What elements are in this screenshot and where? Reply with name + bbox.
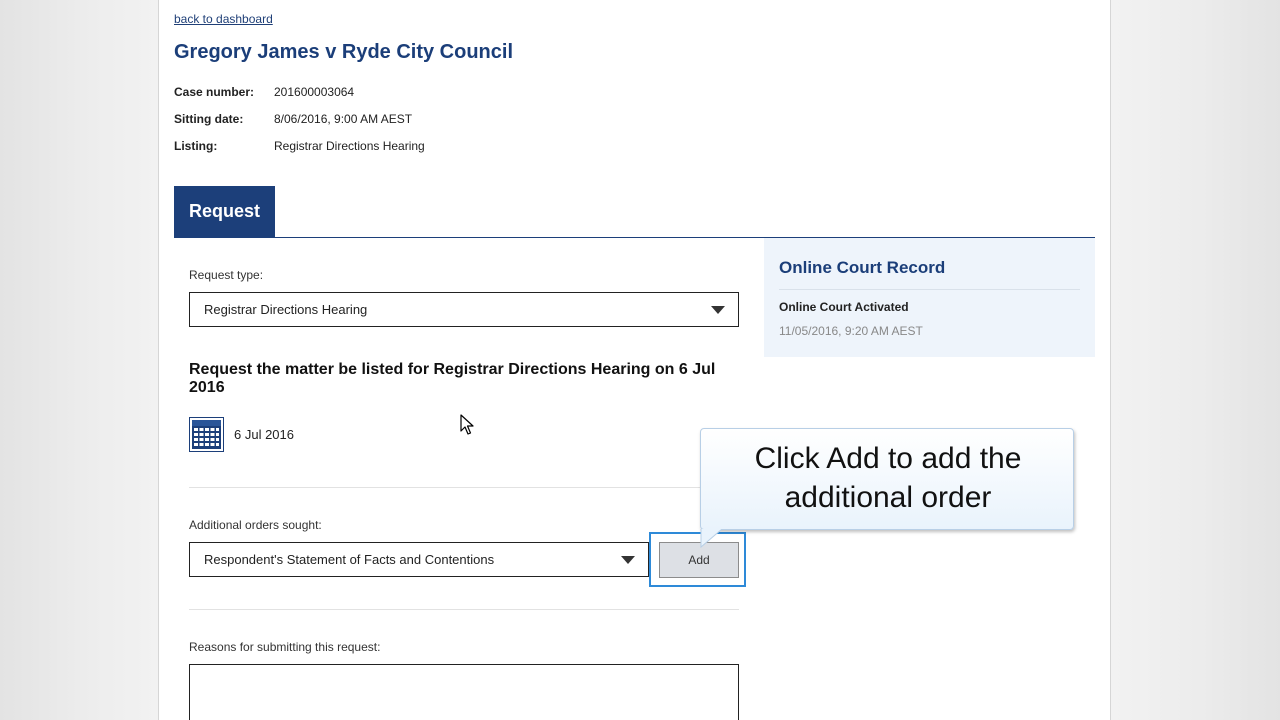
request-type-selected: Registrar Directions Hearing [204,302,368,317]
additional-orders-select[interactable]: Respondent's Statement of Facts and Cont… [189,542,649,577]
chevron-down-icon [711,306,725,314]
back-to-dashboard-link[interactable]: back to dashboard [174,12,273,26]
main-page: back to dashboard Gregory James v Ryde C… [158,0,1111,720]
listing-value: Registrar Directions Hearing [274,139,425,153]
online-court-record-panel: Online Court Record Online Court Activat… [764,238,1095,357]
online-court-status: Online Court Activated [779,300,909,314]
callout-text: Click Add to add the additional order [701,439,1075,517]
calendar-icon[interactable] [189,417,224,452]
case-number-label: Case number: [174,85,255,99]
page-title: Gregory James v Ryde City Council [174,41,514,63]
callout-pointer [700,529,723,549]
request-heading: Request the matter be listed for Registr… [189,361,716,396]
chevron-down-icon [621,556,635,564]
case-number-value: 201600003064 [274,85,355,99]
sitting-date-label: Sitting date: [174,112,244,126]
section-divider [189,609,739,610]
request-type-label: Request type: [189,268,264,282]
additional-orders-label: Additional orders sought: [189,518,322,532]
tutorial-callout: Click Add to add the additional order [700,428,1074,530]
listing-label: Listing: [174,139,218,153]
reasons-label: Reasons for submitting this request: [189,640,381,654]
tab-request[interactable]: Request [174,186,275,237]
online-court-timestamp: 11/05/2016, 9:20 AM AEST [779,324,923,338]
callout-line-2: additional order [784,481,992,514]
panel-divider [779,289,1080,290]
online-court-record-title: Online Court Record [779,258,946,277]
request-type-select[interactable]: Registrar Directions Hearing [189,292,739,327]
selected-date: 6 Jul 2016 [234,427,294,442]
callout-line-1: Click Add to add the [754,442,1022,475]
sitting-date-value: 8/06/2016, 9:00 AM AEST [274,112,413,126]
section-divider [189,487,739,488]
reasons-textarea[interactable] [189,664,739,720]
additional-orders-selected: Respondent's Statement of Facts and Cont… [204,552,495,567]
mouse-pointer-icon [460,414,474,435]
